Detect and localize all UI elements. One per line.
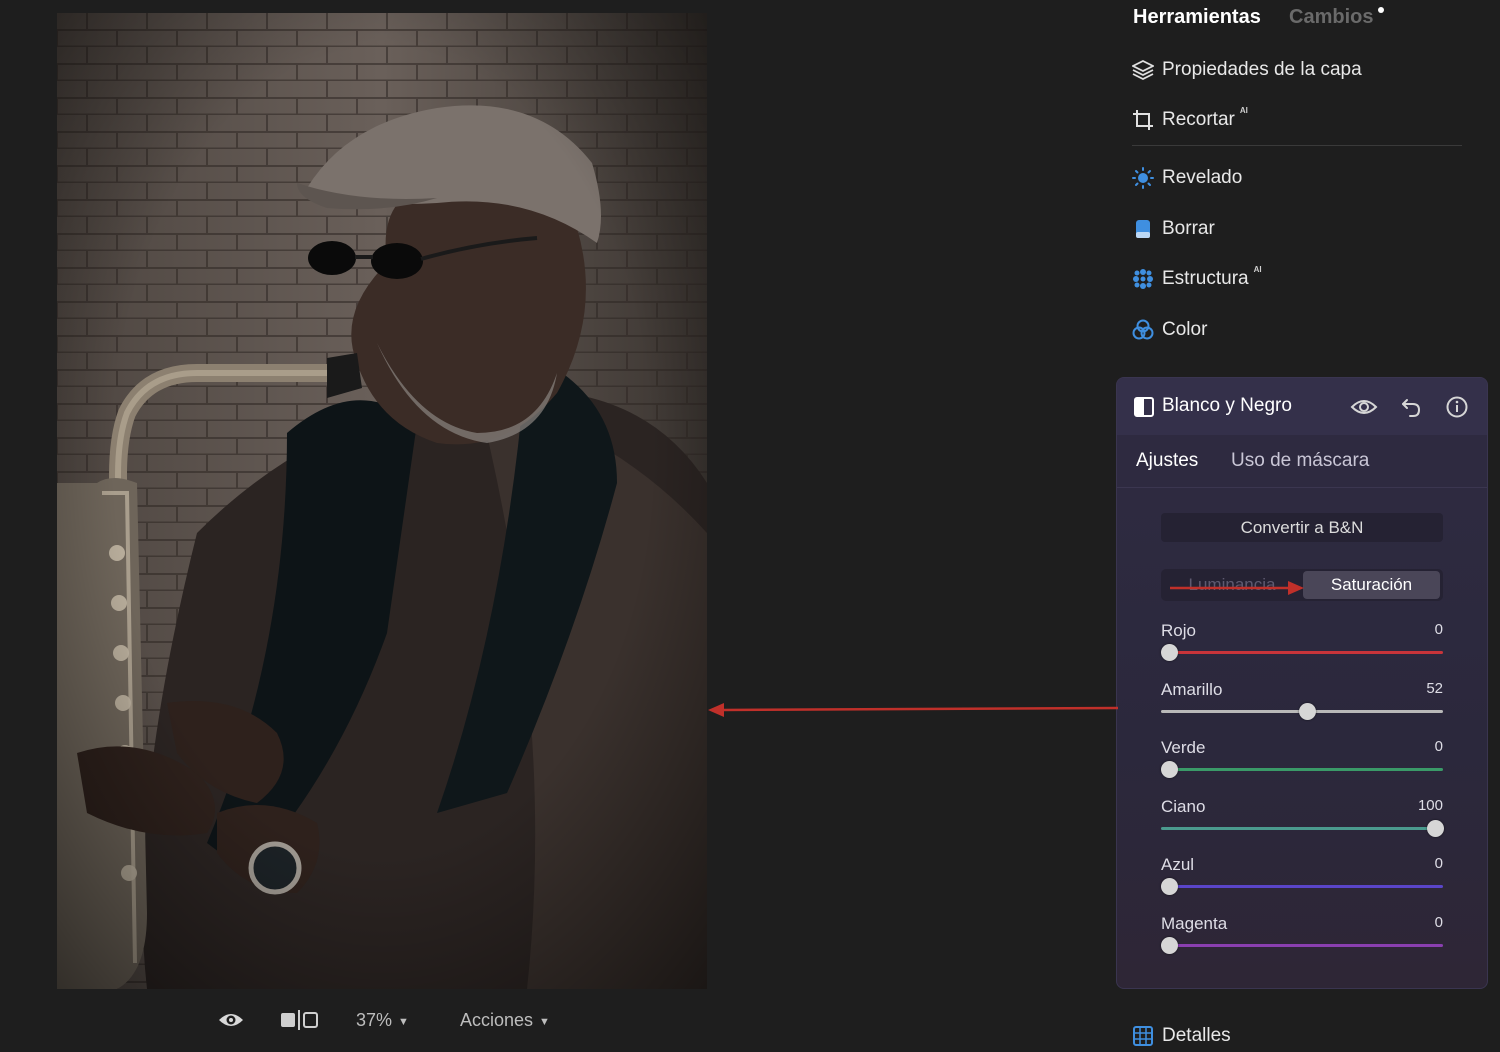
layers-icon: [1132, 59, 1154, 81]
mode-luminance-option[interactable]: Luminancia: [1161, 569, 1303, 601]
tab-masking[interactable]: Uso de máscara: [1231, 450, 1369, 472]
slider-thumb[interactable]: [1427, 819, 1444, 837]
chevron-down-icon: ▼: [398, 1015, 409, 1028]
slider-amarillo[interactable]: Amarillo 52: [1161, 680, 1443, 732]
mode-segmented-control: Luminancia Saturación: [1161, 569, 1443, 601]
slider-value: 52: [1426, 679, 1443, 697]
tools-panel: Herramientas Cambios Propiedades de la c…: [1116, 0, 1500, 1046]
actions-label: Acciones: [460, 1010, 534, 1030]
zoom-dropdown[interactable]: 37% ▼: [356, 1010, 409, 1031]
slider-ciano[interactable]: Ciano 100: [1161, 796, 1444, 849]
arrow-to-photo: [708, 703, 1119, 717]
actions-dropdown[interactable]: Acciones ▼: [460, 1010, 550, 1031]
split-view-icon: [280, 1010, 318, 1035]
bottom-toolbar: 37% ▼ Acciones ▼: [0, 1000, 760, 1041]
tab-adjustments[interactable]: Ajustes: [1136, 450, 1198, 472]
mode-saturation-option[interactable]: Saturación: [1303, 571, 1440, 599]
slider-thumb[interactable]: [1161, 936, 1178, 954]
eye-icon: [217, 1010, 245, 1035]
tab-tools[interactable]: Herramientas: [1133, 6, 1261, 29]
slider-track[interactable]: [1161, 768, 1443, 771]
slider-value: 0: [1434, 738, 1443, 755]
tools-divider: [1132, 145, 1462, 146]
color-circles-icon: [1132, 319, 1154, 341]
slider-verde[interactable]: Verde 0: [1161, 738, 1443, 790]
slider-track[interactable]: [1161, 651, 1443, 654]
slider-thumb[interactable]: [1299, 702, 1317, 720]
tool-erase[interactable]: Borrar: [1132, 213, 1215, 245]
tool-label: Propiedades de la capa: [1162, 59, 1362, 80]
tool-structure[interactable]: Estructura AI: [1132, 263, 1262, 295]
details-grid-icon: [1132, 1025, 1154, 1047]
tool-label: Color: [1162, 319, 1208, 340]
slider-azul[interactable]: Azul 0: [1161, 855, 1443, 907]
tool-color[interactable]: Color: [1132, 314, 1207, 346]
undo-icon[interactable]: [1398, 394, 1424, 420]
tool-label: Borrar: [1162, 218, 1215, 239]
tool-label: Estructura: [1162, 268, 1249, 289]
changes-indicator-dot: [1378, 7, 1384, 13]
black-white-card: Blanco y Negro Ajustes Uso de máscara Co…: [1116, 377, 1488, 989]
slider-rojo[interactable]: Rojo 0: [1161, 621, 1443, 673]
sun-icon: [1132, 167, 1154, 189]
eraser-icon: [1132, 218, 1154, 240]
card-title: Blanco y Negro: [1162, 395, 1292, 416]
slider-label: Magenta: [1161, 913, 1228, 933]
convert-to-bw-button[interactable]: Convertir a B&N: [1161, 513, 1443, 542]
preview-eye-button[interactable]: [217, 1010, 245, 1035]
slider-label: Verde: [1161, 738, 1206, 757]
slider-value: 0: [1434, 913, 1443, 931]
slider-value: 0: [1434, 855, 1443, 872]
tool-label: Recortar: [1162, 109, 1235, 130]
saxophone-player-photo: [57, 13, 707, 989]
slider-track[interactable]: [1161, 943, 1443, 947]
visibility-eye-icon[interactable]: [1349, 394, 1379, 420]
photo-canvas[interactable]: [57, 13, 707, 989]
crop-icon: [1132, 109, 1154, 131]
bw-half-square-icon: [1134, 397, 1154, 422]
slider-track[interactable]: [1161, 885, 1443, 888]
slider-label: Rojo: [1161, 621, 1196, 640]
ai-badge: AI: [1239, 106, 1248, 115]
tool-label: Detalles: [1162, 1025, 1231, 1046]
slider-thumb[interactable]: [1161, 761, 1178, 778]
slider-value: 0: [1434, 621, 1443, 638]
tool-layer-properties[interactable]: Propiedades de la capa: [1132, 54, 1362, 86]
slider-thumb[interactable]: [1161, 878, 1178, 895]
card-subtabs: Ajustes Uso de máscara: [1117, 435, 1487, 488]
slider-label: Ciano: [1161, 796, 1206, 816]
chevron-down-icon: ▼: [539, 1015, 550, 1028]
info-icon[interactable]: [1444, 394, 1470, 420]
slider-thumb[interactable]: [1161, 644, 1178, 661]
slider-label: Amarillo: [1161, 679, 1223, 699]
tab-changes[interactable]: Cambios: [1289, 6, 1373, 29]
tool-label: Revelado: [1162, 167, 1243, 188]
tool-develop[interactable]: Revelado: [1132, 162, 1242, 194]
structure-icon: [1132, 268, 1154, 290]
card-header: Blanco y Negro: [1117, 378, 1487, 435]
slider-track[interactable]: [1161, 826, 1443, 830]
tool-details[interactable]: Detalles: [1132, 1020, 1231, 1052]
slider-label: Azul: [1161, 855, 1195, 874]
zoom-value: 37%: [356, 1010, 393, 1030]
ai-badge: AI: [1253, 265, 1262, 274]
tool-crop[interactable]: Recortar AI: [1132, 104, 1248, 136]
slider-magenta[interactable]: Magenta 0: [1161, 914, 1443, 966]
compare-split-button[interactable]: [280, 1010, 318, 1035]
slider-value: 100: [1417, 796, 1443, 814]
